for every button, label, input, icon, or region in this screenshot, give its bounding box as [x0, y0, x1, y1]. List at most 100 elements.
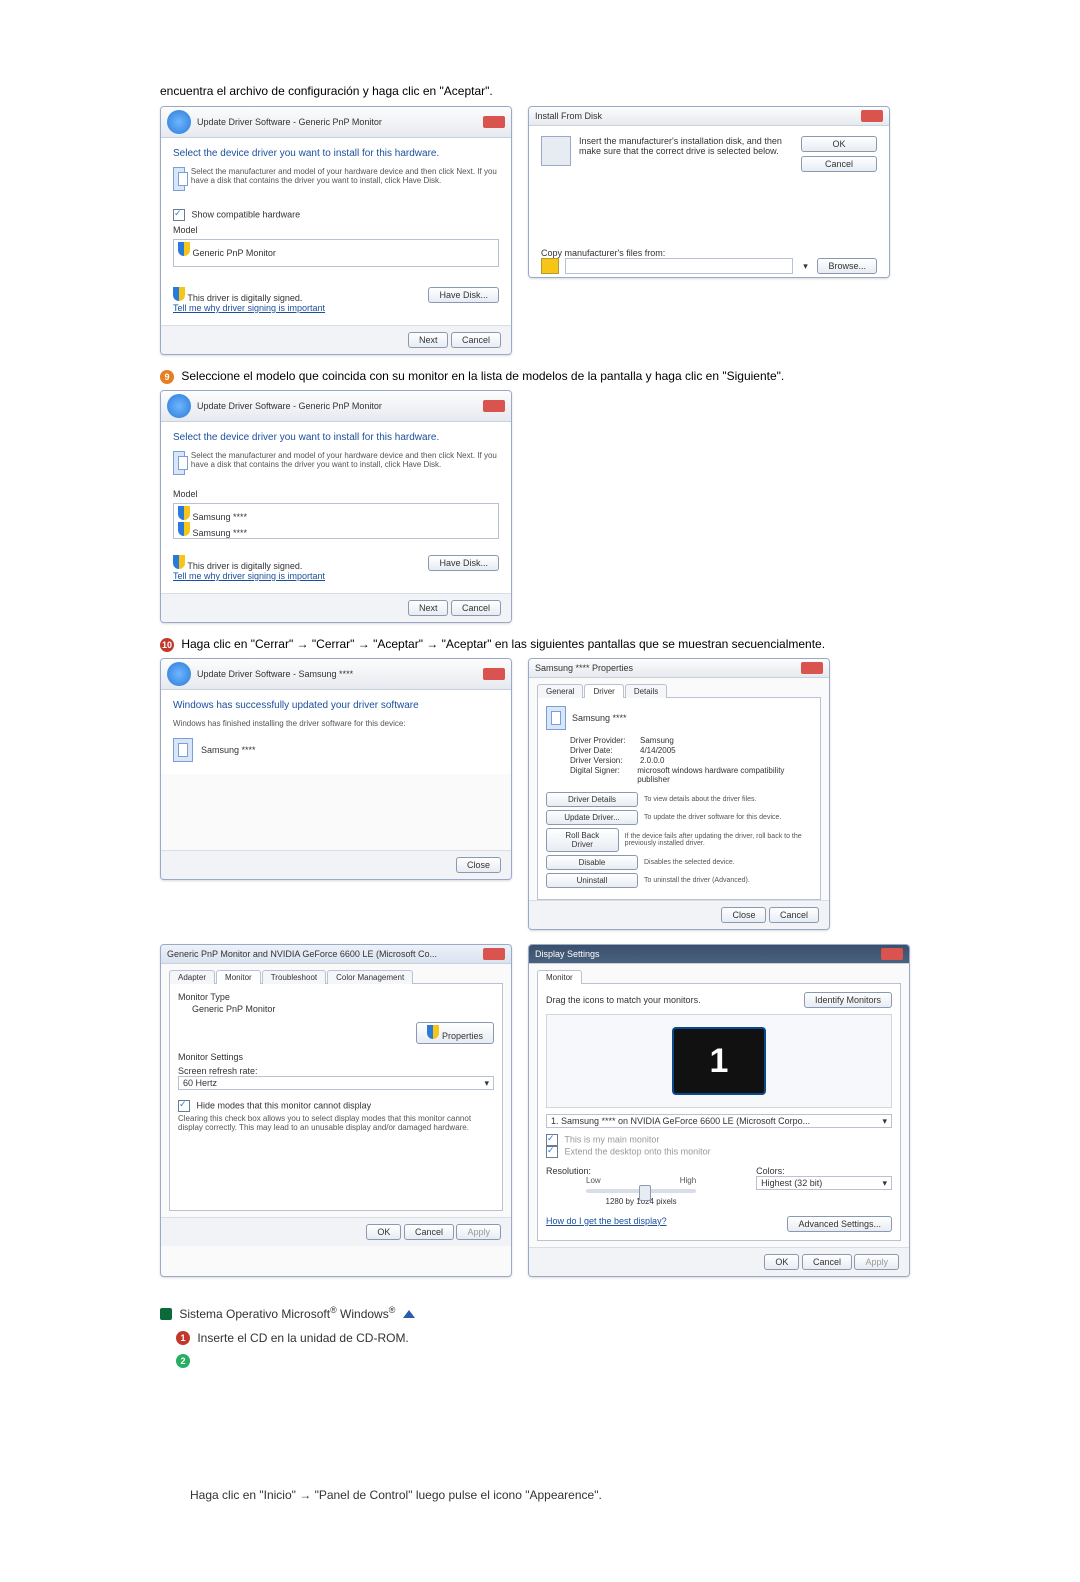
close-button[interactable]: Close [721, 907, 766, 923]
ok-button[interactable]: OK [764, 1254, 799, 1270]
identify-monitors-button[interactable]: Identify Monitors [804, 992, 892, 1008]
uninstall-button[interactable]: Uninstall [546, 873, 638, 888]
tab-monitor[interactable]: Monitor [216, 970, 261, 984]
window-monitor-properties: Generic PnP Monitor and NVIDIA GeForce 6… [160, 944, 512, 1277]
dialog-heading: Windows has successfully updated your dr… [173, 700, 499, 711]
signed-text: This driver is digitally signed. [187, 561, 302, 571]
step-badge-1: 1 [176, 1331, 190, 1345]
best-display-link[interactable]: How do I get the best display? [546, 1216, 667, 1232]
monitor-select[interactable]: 1. Samsung **** on NVIDIA GeForce 6600 L… [546, 1114, 892, 1128]
close-icon[interactable] [483, 668, 505, 680]
btn-desc: To update the driver software for this d… [644, 814, 781, 821]
monitor-type-value: Generic PnP Monitor [192, 1004, 275, 1014]
model-item: Generic PnP Monitor [193, 248, 276, 258]
window-update-driver-2: Update Driver Software - Generic PnP Mon… [160, 390, 512, 623]
tab-details[interactable]: Details [625, 684, 667, 698]
step-10-text: Haga clic en "Cerrar" → "Cerrar" → "Acep… [181, 637, 825, 651]
tab-general[interactable]: General [537, 684, 583, 698]
colors-select[interactable]: Highest (32 bit)▾ [756, 1176, 892, 1190]
os-heading: Sistema Operativo Microsoft® Windows® [160, 1305, 940, 1321]
cancel-button[interactable]: Cancel [404, 1224, 454, 1240]
signing-link[interactable]: Tell me why driver signing is important [173, 303, 325, 313]
properties-button[interactable]: Properties [416, 1022, 494, 1044]
resolution-label: Resolution: [546, 1166, 736, 1176]
ok-button[interactable]: OK [801, 136, 877, 152]
close-button[interactable]: Close [456, 857, 501, 873]
breadcrumb: Update Driver Software - Generic PnP Mon… [197, 401, 382, 411]
ok-button[interactable]: OK [366, 1224, 401, 1240]
step-badge-9: 9 [160, 370, 174, 384]
path-input[interactable] [565, 258, 793, 274]
show-compatible-checkbox[interactable] [173, 209, 185, 221]
have-disk-button[interactable]: Have Disk... [428, 555, 499, 571]
monitor-preview[interactable]: 1 [672, 1027, 766, 1095]
intro-text: encuentra el archivo de configuración y … [160, 84, 940, 98]
apply-button[interactable]: Apply [854, 1254, 899, 1270]
model-item: Samsung **** [193, 512, 248, 522]
tab-adapter[interactable]: Adapter [169, 970, 215, 984]
browse-button[interactable]: Browse... [817, 258, 877, 274]
bullet-icon [160, 1308, 172, 1320]
folder-icon [541, 258, 559, 274]
close-icon[interactable] [483, 948, 505, 960]
prop-val: 2.0.0.0 [640, 756, 664, 765]
close-icon[interactable] [861, 110, 883, 122]
monitor-select-value: 1. Samsung **** on NVIDIA GeForce 6600 L… [551, 1116, 810, 1126]
drag-text: Drag the icons to match your monitors. [546, 995, 701, 1005]
arrow-up-icon[interactable] [403, 1310, 415, 1318]
window-display-settings: Display Settings Monitor Drag the icons … [528, 944, 910, 1277]
breadcrumb: Update Driver Software - Samsung **** [197, 669, 353, 679]
slider-high: High [680, 1176, 696, 1185]
have-disk-button[interactable]: Have Disk... [428, 287, 499, 303]
tab-color[interactable]: Color Management [327, 970, 413, 984]
close-icon[interactable] [881, 948, 903, 960]
cancel-button[interactable]: Cancel [451, 332, 501, 348]
tab-troubleshoot[interactable]: Troubleshoot [262, 970, 326, 984]
cancel-button[interactable]: Cancel [451, 600, 501, 616]
next-button[interactable]: Next [408, 332, 449, 348]
update-driver-button[interactable]: Update Driver... [546, 810, 638, 825]
window-driver-properties: Samsung **** Properties General Driver D… [528, 658, 830, 930]
close-icon[interactable] [483, 116, 505, 128]
next-button[interactable]: Next [408, 600, 449, 616]
hide-modes-checkbox[interactable] [178, 1100, 190, 1112]
tab-driver[interactable]: Driver [584, 684, 623, 698]
dialog-title: Samsung **** Properties [535, 663, 633, 673]
cancel-button[interactable]: Cancel [769, 907, 819, 923]
window-finished: Update Driver Software - Samsung **** Wi… [160, 658, 512, 880]
btn-desc: To view details about the driver files. [644, 796, 756, 803]
back-icon[interactable] [167, 110, 191, 134]
model-list[interactable]: Generic PnP Monitor [173, 239, 499, 267]
dialog-title: Generic PnP Monitor and NVIDIA GeForce 6… [167, 949, 437, 959]
monitor-icon [546, 706, 566, 730]
extend-desktop-label: Extend the desktop onto this monitor [565, 1146, 711, 1156]
cancel-button[interactable]: Cancel [802, 1254, 852, 1270]
signed-text: This driver is digitally signed. [187, 293, 302, 303]
back-icon[interactable] [167, 662, 191, 686]
cancel-button[interactable]: Cancel [801, 156, 877, 172]
prop-key: Driver Version: [570, 756, 640, 765]
shield-icon [178, 522, 190, 536]
dialog-subtext: Windows has finished installing the driv… [173, 719, 499, 728]
refresh-rate-select[interactable]: 60 Hertz▾ [178, 1076, 494, 1090]
rollback-driver-button[interactable]: Roll Back Driver [546, 828, 619, 852]
shield-icon [427, 1025, 439, 1039]
dialog-subtext: Select the manufacturer and model of you… [191, 451, 499, 475]
device-name: Samsung **** [572, 713, 627, 723]
info-icon [173, 167, 185, 191]
close-icon[interactable] [483, 400, 505, 412]
apply-button[interactable]: Apply [456, 1224, 501, 1240]
back-icon[interactable] [167, 394, 191, 418]
step-badge-10: 10 [160, 638, 174, 652]
tab-monitor[interactable]: Monitor [537, 970, 582, 984]
model-list[interactable]: Samsung **** Samsung **** [173, 503, 499, 539]
close-icon[interactable] [801, 662, 823, 674]
prop-key: Driver Provider: [570, 736, 640, 745]
driver-details-button[interactable]: Driver Details [546, 792, 638, 807]
advanced-settings-button[interactable]: Advanced Settings... [787, 1216, 892, 1232]
resolution-slider[interactable] [586, 1189, 696, 1193]
section-label: Monitor Type [178, 992, 494, 1002]
breadcrumb: Update Driver Software - Generic PnP Mon… [197, 117, 382, 127]
disable-button[interactable]: Disable [546, 855, 638, 870]
signing-link[interactable]: Tell me why driver signing is important [173, 571, 325, 581]
